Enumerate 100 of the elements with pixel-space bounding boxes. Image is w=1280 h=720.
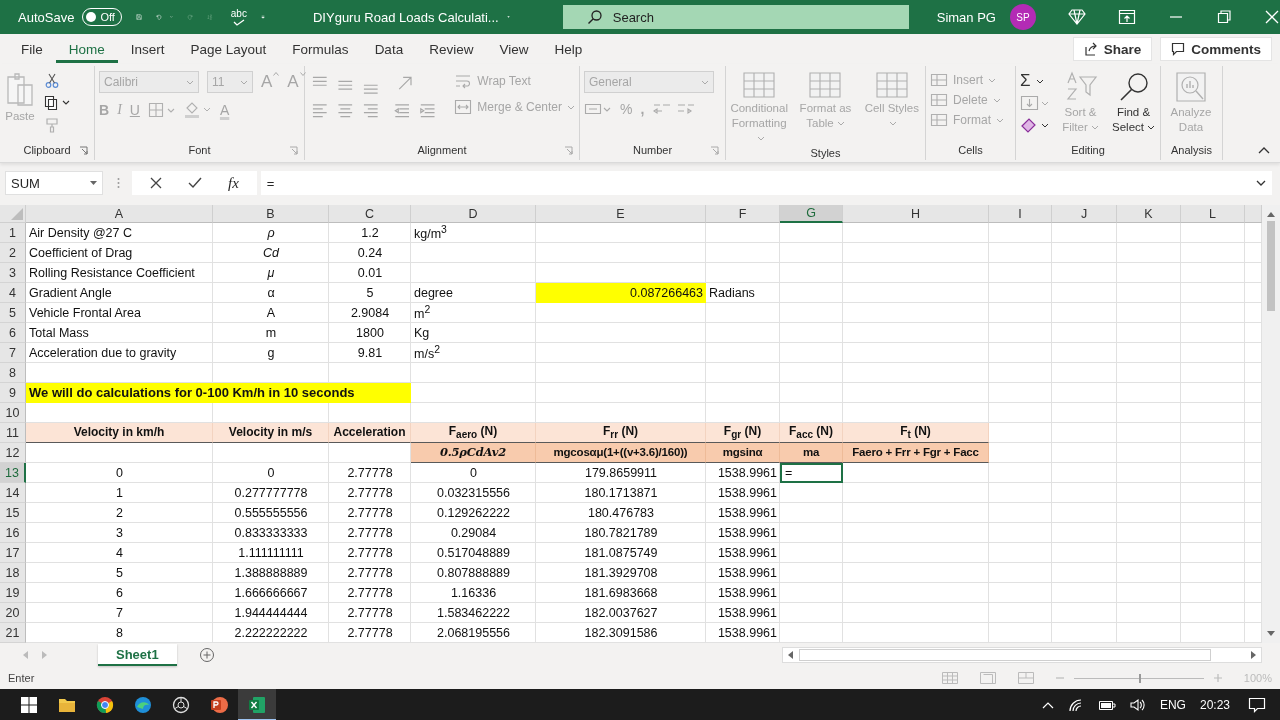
cancel-icon[interactable] [150, 177, 162, 189]
zoom-thumb[interactable] [1138, 673, 1141, 683]
fill-down-icon[interactable] [1020, 95, 1050, 111]
ribbon-tab[interactable]: Review [416, 35, 487, 63]
volume-icon[interactable] [1129, 698, 1146, 712]
scroll-thumb[interactable] [799, 649, 1211, 661]
ribbon-tab[interactable]: Page Layout [177, 35, 280, 63]
start-button[interactable] [20, 696, 38, 714]
row-header[interactable]: 6 [0, 323, 26, 343]
column-header[interactable]: D [411, 205, 536, 223]
row-header[interactable]: 4 [0, 283, 26, 303]
row-header[interactable]: 20 [0, 603, 26, 623]
document-title[interactable]: DIYguru Road Loads Calculati... [313, 9, 499, 25]
row-header[interactable]: 8 [0, 363, 26, 383]
row-header[interactable]: 3 [0, 263, 26, 283]
round-app-icon[interactable] [96, 696, 114, 714]
collapse-ribbon-icon[interactable] [1258, 146, 1270, 154]
ribbon-tab[interactable]: File [8, 35, 56, 63]
row-header[interactable]: 21 [0, 623, 26, 643]
up-arrow-icon[interactable] [1267, 211, 1275, 217]
row-header[interactable]: 10 [0, 403, 26, 423]
copy-icon[interactable] [44, 95, 70, 111]
add-sheet-icon[interactable] [198, 647, 215, 663]
column-header[interactable]: L [1181, 205, 1245, 223]
row-header[interactable]: 9 [0, 383, 26, 403]
horizontal-scrollbar[interactable] [782, 647, 1262, 663]
ribbon-display-icon[interactable] [1118, 9, 1136, 25]
diamond-icon[interactable] [1068, 9, 1086, 25]
page-layout-icon[interactable] [979, 672, 996, 684]
table-cell-text: μ [266, 264, 276, 282]
aperture-icon[interactable] [172, 696, 190, 714]
ribbon-tab[interactable]: Help [541, 35, 596, 63]
group-label: Analysis [1171, 144, 1212, 156]
row-header[interactable]: 18 [0, 563, 26, 583]
column-header[interactable]: E [536, 205, 706, 223]
sheet-tab[interactable]: Sheet1 [98, 644, 177, 666]
previous-sheet-icon[interactable] [22, 651, 30, 659]
scroll-thumb[interactable] [1267, 221, 1275, 311]
column-header[interactable]: G [780, 205, 843, 223]
table-cell-text: 4 [115, 544, 124, 562]
expand-caret-icon[interactable] [1256, 180, 1266, 186]
eraser-icon[interactable] [1020, 117, 1050, 133]
column-header[interactable]: C [329, 205, 411, 223]
row-header[interactable]: 5 [0, 303, 26, 323]
right-arrow-icon[interactable] [1251, 651, 1257, 659]
notification-icon[interactable] [1248, 697, 1266, 713]
language-indicator[interactable]: ENG [1159, 698, 1186, 712]
next-sheet-icon[interactable] [40, 651, 48, 659]
active-cell[interactable]: = [780, 463, 843, 483]
formula-input[interactable]: = [260, 171, 1272, 195]
user-avatar[interactable]: SP [1010, 4, 1036, 30]
left-arrow-icon[interactable] [787, 651, 793, 659]
restore-icon[interactable] [1216, 9, 1232, 25]
format-painter-icon[interactable] [44, 117, 60, 133]
folder-icon[interactable] [58, 697, 76, 713]
row-header[interactable]: 17 [0, 543, 26, 563]
battery-icon[interactable] [1097, 699, 1116, 711]
down-arrow-icon[interactable] [1267, 631, 1275, 637]
clock[interactable]: 20:23 [1199, 698, 1230, 712]
grip-icon[interactable] [117, 177, 120, 189]
wifi-icon[interactable] [1067, 698, 1084, 712]
ribbon-tab[interactable]: Formulas [279, 35, 362, 63]
column-header[interactable]: J [1052, 205, 1117, 223]
column-header[interactable]: A [26, 205, 213, 223]
column-header[interactable]: F [706, 205, 780, 223]
wave-app-icon[interactable] [134, 696, 152, 714]
row-header[interactable]: 13 [0, 463, 26, 483]
user-name[interactable]: Siman PG [936, 9, 996, 25]
row-header[interactable]: 15 [0, 503, 26, 523]
row-header[interactable]: 11 [0, 423, 26, 443]
row-header[interactable]: 2 [0, 243, 26, 263]
row-header[interactable]: 19 [0, 583, 26, 603]
column-header[interactable]: H [843, 205, 989, 223]
column-header[interactable]: K [1117, 205, 1181, 223]
search-field[interactable]: Search [562, 5, 909, 29]
ribbon-tab[interactable]: Insert [117, 35, 178, 63]
name-box[interactable]: SUM [5, 171, 103, 195]
autosum-button[interactable]: Σ [1020, 73, 1050, 89]
share-button[interactable]: Share [1072, 37, 1153, 61]
row-header[interactable]: 1 [0, 223, 26, 243]
presentation-app-icon[interactable] [210, 696, 228, 714]
row-header[interactable]: 12 [0, 443, 26, 463]
enter-icon[interactable] [188, 177, 202, 189]
page-break-icon[interactable] [1017, 672, 1034, 684]
chevron-up-icon[interactable] [1041, 701, 1054, 709]
row-header[interactable]: 7 [0, 343, 26, 363]
dialog-launcher-icon[interactable] [79, 146, 88, 155]
row-header[interactable]: 16 [0, 523, 26, 543]
close-icon[interactable] [1264, 9, 1280, 25]
insert-function-button[interactable]: fx [228, 174, 239, 192]
normal-view-icon[interactable] [941, 672, 958, 684]
ribbon-tab[interactable]: View [486, 35, 542, 63]
row-header[interactable]: 14 [0, 483, 26, 503]
find-select-button[interactable]: Find & Select [1111, 71, 1156, 135]
active-app-button[interactable] [238, 689, 276, 720]
column-header[interactable]: I [989, 205, 1052, 223]
column-header[interactable]: B [213, 205, 329, 223]
cut-icon[interactable] [44, 73, 60, 89]
comments-button[interactable]: Comments [1160, 37, 1272, 61]
ribbon-tab[interactable]: Data [361, 35, 417, 63]
